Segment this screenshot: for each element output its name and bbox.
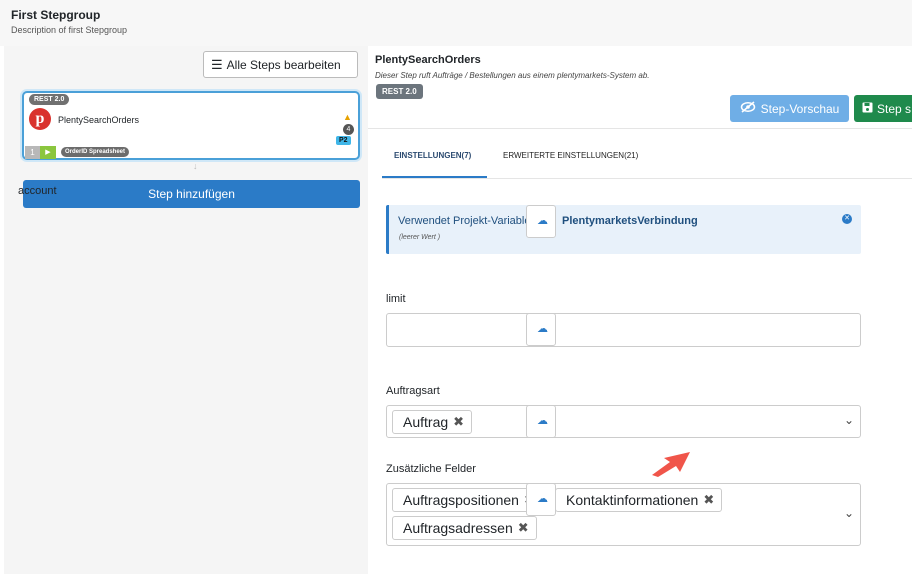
warning-count-badge: 4: [343, 124, 354, 135]
edit-all-steps-button[interactable]: ☰ Alle Steps bearbeiten: [203, 51, 358, 78]
empty-value-note: (leerer Wert ): [399, 234, 441, 241]
account-label: account: [18, 185, 57, 197]
spreadsheet-badge: OrderID Spreadsheet: [61, 147, 130, 157]
chip-label: Auftrag: [403, 414, 449, 430]
variable-prefix-text: Verwendet Projekt-Variable: [398, 215, 531, 227]
step-card[interactable]: REST 2.0 p PlentySearchOrders ▲ 4 P2 1 ▶…: [22, 91, 360, 160]
variable-link-icon[interactable]: ☁: [526, 205, 556, 238]
remove-chip-icon[interactable]: ✖: [518, 520, 529, 536]
variable-link-icon[interactable]: ☁: [526, 313, 556, 346]
step-title: PlentySearchOrders: [375, 54, 481, 66]
order-type-label: Auftragsart: [386, 385, 440, 397]
chip-label: Auftragsadressen: [403, 520, 513, 536]
step-number: 1: [25, 146, 40, 159]
step-card-name: PlentySearchOrders: [58, 115, 140, 125]
chip-label: Auftragspositionen: [403, 492, 519, 508]
step-description: Dieser Step ruft Aufträge / Bestellungen…: [375, 71, 650, 80]
play-icon[interactable]: ▶: [40, 146, 56, 159]
limit-input[interactable]: [386, 313, 861, 347]
arrow-down-icon: ↓: [193, 161, 198, 171]
add-step-button[interactable]: Step hinzufügen: [23, 180, 360, 208]
save-step-button[interactable]: Step s: [854, 95, 912, 122]
stepgroup-description: Description of first Stepgroup: [11, 25, 128, 35]
tab-advanced-settings[interactable]: ERWEITERTE EINSTELLUNGEN(21): [503, 151, 638, 160]
clear-variable-icon[interactable]: ✕: [842, 214, 852, 224]
divider: [368, 128, 912, 129]
eye-slash-icon: [740, 101, 756, 116]
remove-chip-icon[interactable]: ✖: [703, 492, 714, 508]
chip-order-addresses: Auftragsadressen ✖: [392, 516, 537, 540]
chip-order: Auftrag ✖: [392, 410, 473, 434]
chip-contact-info: Kontaktinformationen ✖: [555, 488, 723, 512]
stepgroup-header: First Stepgroup Description of first Ste…: [0, 0, 912, 46]
annotation-arrow-icon: [652, 452, 690, 477]
steps-panel: ☰ Alle Steps bearbeiten REST 2.0 p Plent…: [4, 46, 368, 574]
chip-label: Kontaktinformationen: [566, 492, 699, 508]
chip-order-positions: Auftragspositionen ✖: [392, 488, 543, 512]
plentymarkets-logo-icon: p: [29, 108, 51, 130]
project-variable-badge: P2: [336, 136, 351, 145]
edit-all-steps-label: Alle Steps bearbeiten: [226, 57, 341, 72]
variable-link-icon[interactable]: ☁: [526, 405, 556, 438]
chevron-down-icon[interactable]: ⌄: [844, 413, 854, 427]
order-type-select[interactable]: Auftrag ✖ ⌄: [386, 405, 861, 438]
account-variable-box: Verwendet Projekt-Variable P2 Plentymark…: [386, 205, 861, 254]
step-preview-label: Step-Vorschau: [760, 101, 840, 116]
rest-version-badge: REST 2.0: [29, 94, 70, 105]
variable-name: PlentymarketsVerbindung: [562, 215, 698, 227]
rest-version-badge: REST 2.0: [376, 84, 423, 99]
list-icon: ☰: [211, 56, 223, 72]
warning-icon: ▲: [343, 112, 352, 122]
limit-label: limit: [386, 293, 406, 305]
extra-fields-select[interactable]: Auftragspositionen ✖ Kontaktinformatione…: [386, 483, 861, 546]
remove-chip-icon[interactable]: ✖: [453, 414, 464, 430]
chevron-down-icon[interactable]: ⌄: [844, 506, 854, 520]
save-step-label: Step s: [877, 101, 912, 116]
floppy-disk-icon: [862, 102, 873, 116]
tab-divider: [382, 178, 912, 179]
extra-fields-label: Zusätzliche Felder: [386, 463, 476, 475]
tab-settings[interactable]: EINSTELLUNGEN(7): [394, 151, 471, 160]
stepgroup-title: First Stepgroup: [11, 8, 101, 22]
step-preview-button[interactable]: Step-Vorschau: [730, 95, 849, 122]
variable-link-icon[interactable]: ☁: [526, 483, 556, 516]
